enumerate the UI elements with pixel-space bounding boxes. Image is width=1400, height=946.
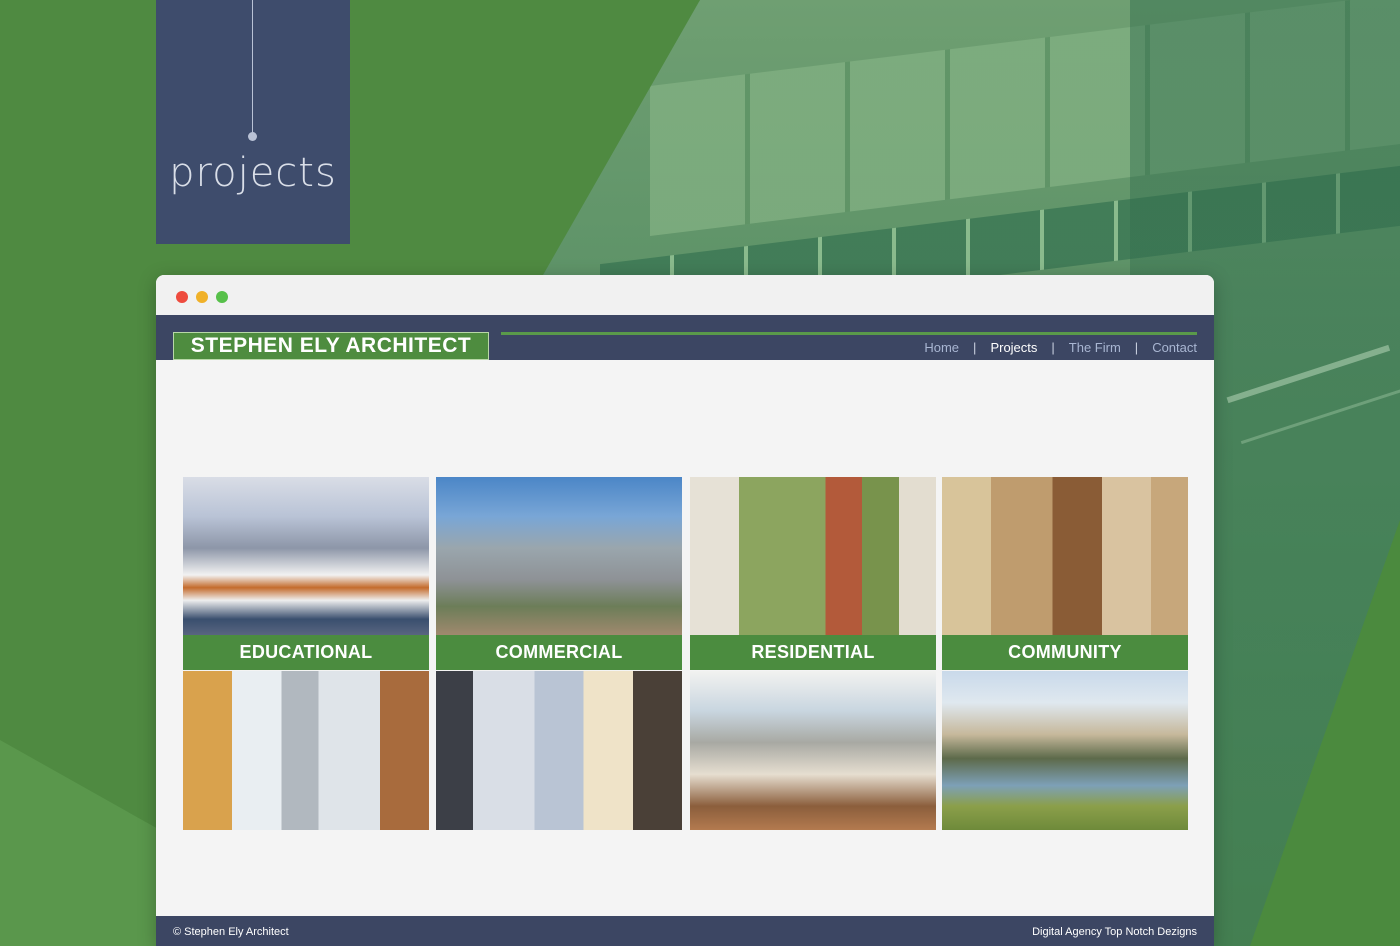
category-label[interactable]: COMMUNITY — [942, 635, 1188, 670]
educational-photo-top[interactable] — [183, 477, 429, 635]
tag-hanging-line — [252, 0, 253, 134]
site-footer: © Stephen Ely Architect Digital Agency T… — [156, 916, 1214, 946]
community-photo-top[interactable] — [942, 477, 1188, 635]
category-label[interactable]: EDUCATIONAL — [183, 635, 429, 670]
footer-credit-link[interactable]: Digital Agency Top Notch Dezigns — [1032, 926, 1197, 938]
projects-tag: projects — [156, 0, 350, 244]
browser-chrome — [156, 275, 1214, 315]
category-label[interactable]: COMMERCIAL — [436, 635, 682, 670]
page-content: EDUCATIONAL COMMERCIAL RESIDENTIAL COMMU… — [156, 360, 1214, 916]
tag-label: projects — [169, 150, 337, 196]
nav-separator: | — [1051, 340, 1055, 355]
browser-window: STEPHEN ELY ARCHITECT Home | Projects | … — [156, 275, 1214, 946]
main-nav: Home | Projects | The Firm | Contact — [924, 340, 1197, 355]
header-rule — [501, 332, 1197, 335]
nav-separator: | — [973, 340, 977, 355]
category-community[interactable]: COMMUNITY — [942, 477, 1188, 830]
minimize-dot-icon[interactable] — [196, 291, 208, 303]
category-commercial[interactable]: COMMERCIAL — [436, 477, 682, 830]
site-logo[interactable]: STEPHEN ELY ARCHITECT — [173, 332, 489, 360]
residential-photo-top[interactable] — [690, 477, 936, 635]
category-educational[interactable]: EDUCATIONAL — [183, 477, 429, 830]
nav-the-firm[interactable]: The Firm — [1069, 340, 1121, 355]
site-logo-text: STEPHEN ELY ARCHITECT — [190, 334, 472, 357]
nav-separator: | — [1134, 340, 1139, 355]
site-header: STEPHEN ELY ARCHITECT Home | Projects | … — [156, 315, 1214, 360]
footer-copyright: © Stephen Ely Architect — [173, 926, 289, 938]
commercial-photo-top[interactable] — [436, 477, 682, 635]
nav-projects[interactable]: Projects — [990, 340, 1037, 355]
commercial-photo-bottom[interactable] — [436, 671, 682, 830]
category-label[interactable]: RESIDENTIAL — [690, 635, 936, 670]
project-category-grid: EDUCATIONAL COMMERCIAL RESIDENTIAL COMMU… — [183, 477, 1188, 830]
residential-photo-bottom[interactable] — [690, 671, 936, 830]
close-dot-icon[interactable] — [176, 291, 188, 303]
maximize-dot-icon[interactable] — [216, 291, 228, 303]
category-residential[interactable]: RESIDENTIAL — [690, 477, 936, 830]
nav-contact[interactable]: Contact — [1152, 340, 1197, 355]
educational-photo-bottom[interactable] — [183, 671, 429, 830]
nav-home[interactable]: Home — [924, 340, 959, 355]
tag-dot — [248, 132, 257, 141]
community-photo-bottom[interactable] — [942, 671, 1188, 830]
